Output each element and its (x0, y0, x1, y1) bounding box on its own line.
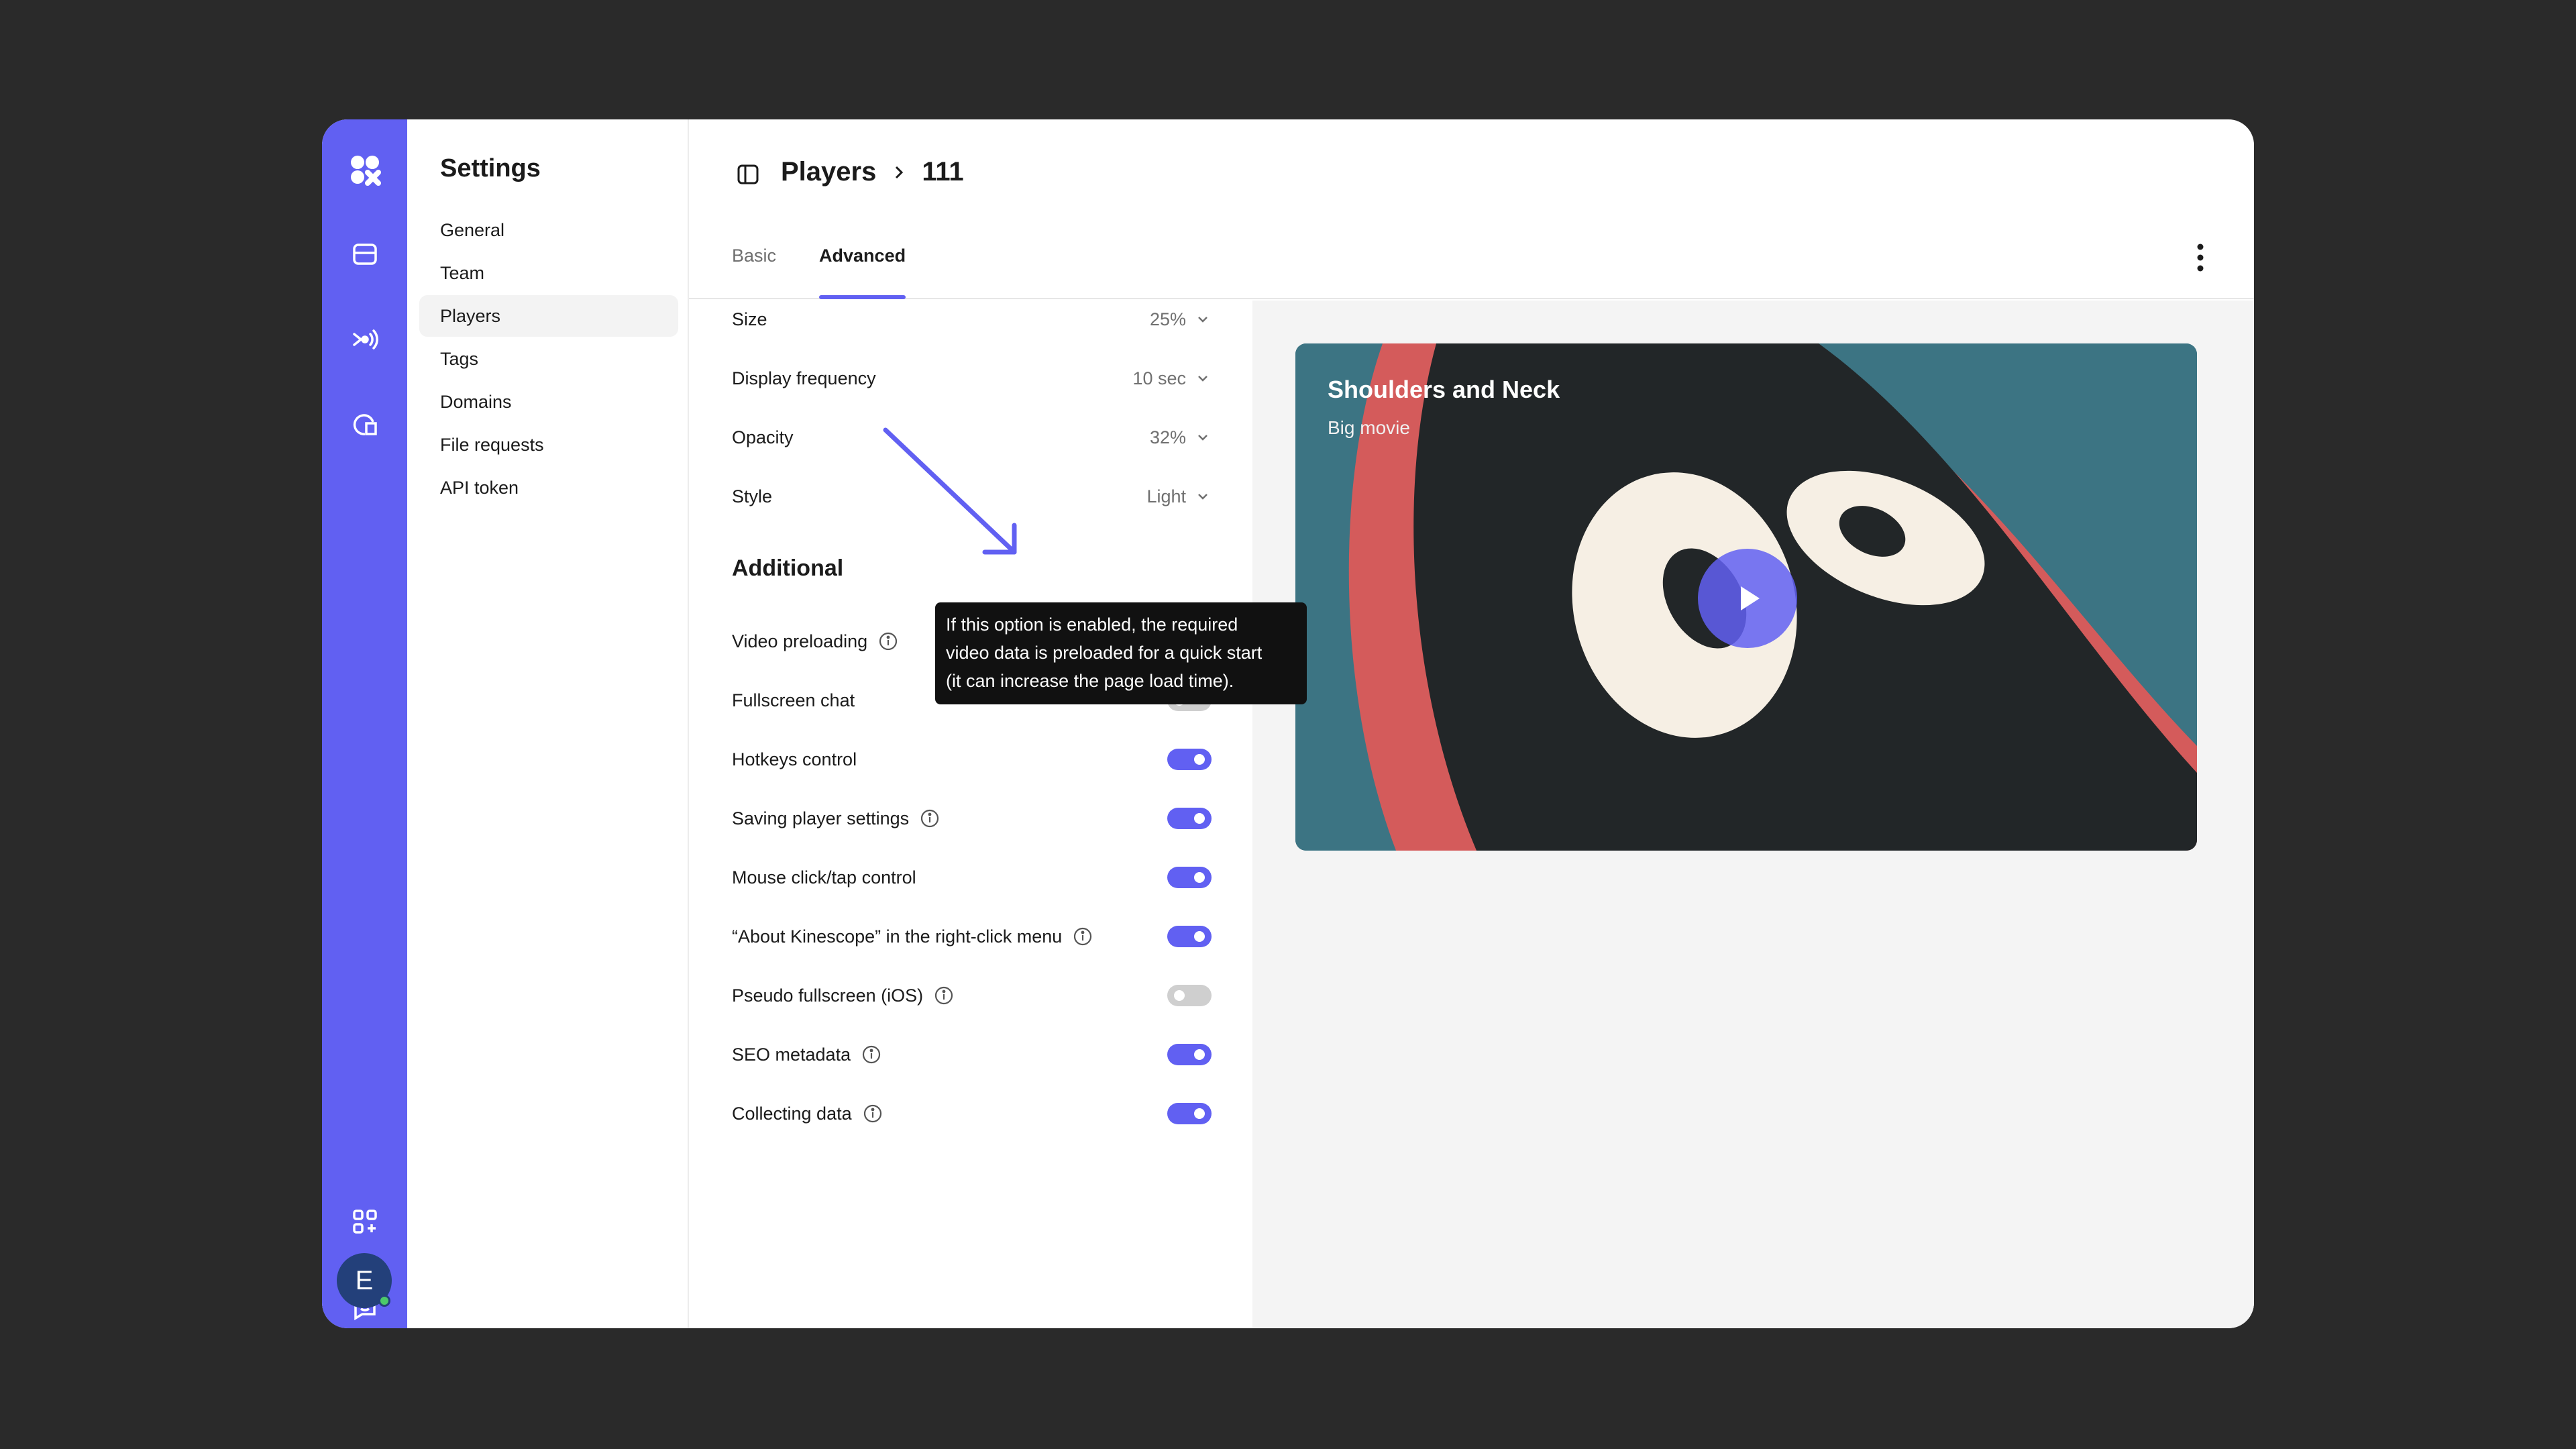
chevron-down-icon (1198, 317, 1208, 323)
tooltip-line: (it can increase the page load time). (946, 671, 1234, 691)
analytics-icon[interactable] (344, 404, 386, 445)
toggle-label: Video preloading (732, 631, 868, 651)
avatar-initial: E (355, 1265, 374, 1295)
size-select[interactable]: 25% (1150, 309, 1212, 330)
info-icon[interactable] (1071, 925, 1094, 948)
mouse-click-control-toggle[interactable] (1167, 867, 1212, 888)
toggle-row-saving-player-settings: Saving player settings (732, 798, 1212, 839)
sidebar-toggle-icon[interactable] (735, 161, 761, 188)
toggle-row-about-kinescope: “About Kinescope” in the right-click men… (732, 916, 1212, 957)
toggle-row-hotkeys-control: Hotkeys control (732, 739, 1212, 780)
opacity-select[interactable]: 32% (1150, 427, 1212, 448)
tab-basic[interactable]: Basic (732, 237, 776, 299)
display-frequency-select[interactable]: 10 sec (1132, 368, 1212, 389)
option-label: Opacity (732, 427, 794, 447)
nav-item-domains[interactable]: Domains (419, 381, 678, 423)
avatar[interactable]: E (337, 1253, 392, 1308)
online-status-dot (378, 1295, 390, 1307)
option-label: Display frequency (732, 368, 876, 388)
breadcrumb-current: 111 (922, 157, 964, 186)
about-kinescope-toggle[interactable] (1167, 926, 1212, 947)
toggle-row-pseudo-fullscreen: Pseudo fullscreen (iOS) (732, 975, 1212, 1016)
chevron-down-icon (1198, 376, 1208, 382)
folder-icon[interactable] (344, 233, 386, 275)
broadcast-icon[interactable] (344, 319, 386, 360)
tabs: Basic Advanced (732, 237, 906, 299)
nav-item-general[interactable]: General (419, 209, 678, 251)
left-rail: E (322, 119, 407, 1328)
toggle-row-collecting-data: Collecting data (732, 1093, 1212, 1134)
option-label: Size (732, 309, 767, 329)
select-value: 32% (1149, 427, 1186, 447)
select-value: 25% (1149, 309, 1186, 329)
nav-item-players[interactable]: Players (419, 295, 678, 337)
toggle-row-mouse-click-control: Mouse click/tap control (732, 857, 1212, 898)
toggle-label: Collecting data (732, 1103, 852, 1124)
video-player[interactable]: Shoulders and Neck Big movie (1295, 343, 2197, 851)
option-label: Style (732, 486, 773, 506)
toggle-label: Hotkeys control (732, 749, 857, 769)
option-row-display-frequency: Display frequency 10 sec (732, 358, 1212, 398)
app-window: E Settings General Team Players Tags Dom… (322, 119, 2254, 1328)
toggle-label: Pseudo fullscreen (iOS) (732, 985, 924, 1006)
page-header: Players 111 Basic Advanced (689, 119, 2254, 299)
annotation-arrow-icon (883, 427, 1017, 555)
toggle-label: Mouse click/tap control (732, 867, 916, 888)
video-preloading-tooltip: If this option is enabled, the required … (935, 602, 1307, 704)
settings-title: Settings (440, 154, 541, 182)
tooltip-line: If this option is enabled, the required (946, 614, 1238, 635)
info-icon[interactable] (877, 630, 900, 653)
toggle-label: Fullscreen chat (732, 690, 855, 710)
tab-advanced[interactable]: Advanced (819, 237, 906, 299)
toggle-label: “About Kinescope” in the right-click men… (732, 926, 1063, 947)
settings-sidebar: Settings General Team Players Tags Domai… (407, 119, 689, 1328)
apps-add-icon[interactable] (344, 1201, 386, 1242)
hotkeys-control-toggle[interactable] (1167, 749, 1212, 770)
toggle-row-seo-metadata: SEO metadata (732, 1034, 1212, 1075)
saving-player-settings-toggle[interactable] (1167, 808, 1212, 829)
breadcrumb-players[interactable]: Players (781, 157, 876, 187)
info-icon[interactable] (861, 1102, 884, 1125)
section-title-additional: Additional (732, 555, 844, 581)
nav-item-tags[interactable]: Tags (419, 338, 678, 380)
more-options-icon[interactable] (2192, 237, 2208, 278)
video-title: Shoulders and Neck (1328, 376, 1560, 403)
chevron-down-icon (1198, 494, 1208, 500)
settings-nav-list: General Team Players Tags Domains File r… (419, 209, 678, 510)
play-icon (1741, 586, 1760, 610)
video-subtitle: Big movie (1328, 417, 1410, 438)
tooltip-line: video data is preloaded for a quick star… (946, 643, 1263, 663)
logo-icon[interactable] (344, 149, 386, 191)
select-value: Light (1146, 486, 1186, 506)
select-value: 10 sec (1132, 368, 1186, 388)
style-select[interactable]: Light (1146, 486, 1212, 507)
chevron-right-icon (896, 166, 904, 178)
nav-item-file-requests[interactable]: File requests (419, 424, 678, 466)
nav-item-team[interactable]: Team (419, 252, 678, 294)
seo-metadata-toggle[interactable] (1167, 1044, 1212, 1065)
toggle-label: SEO metadata (732, 1044, 851, 1065)
option-row-size: Size 25% (732, 299, 1212, 339)
info-icon[interactable] (918, 807, 941, 830)
play-button[interactable] (1698, 549, 1797, 648)
breadcrumb: Players 111 (781, 157, 964, 187)
nav-item-api-token[interactable]: API token (419, 467, 678, 508)
info-icon[interactable] (860, 1043, 883, 1066)
info-icon[interactable] (932, 984, 955, 1007)
toggle-label: Saving player settings (732, 808, 910, 828)
pseudo-fullscreen-toggle[interactable] (1167, 985, 1212, 1006)
player-preview-area: Shoulders and Neck Big movie (1252, 301, 2254, 1328)
collecting-data-toggle[interactable] (1167, 1103, 1212, 1124)
chevron-down-icon (1198, 435, 1208, 441)
main-content: Players 111 Basic Advanced Size 25% Disp… (689, 119, 2254, 1328)
